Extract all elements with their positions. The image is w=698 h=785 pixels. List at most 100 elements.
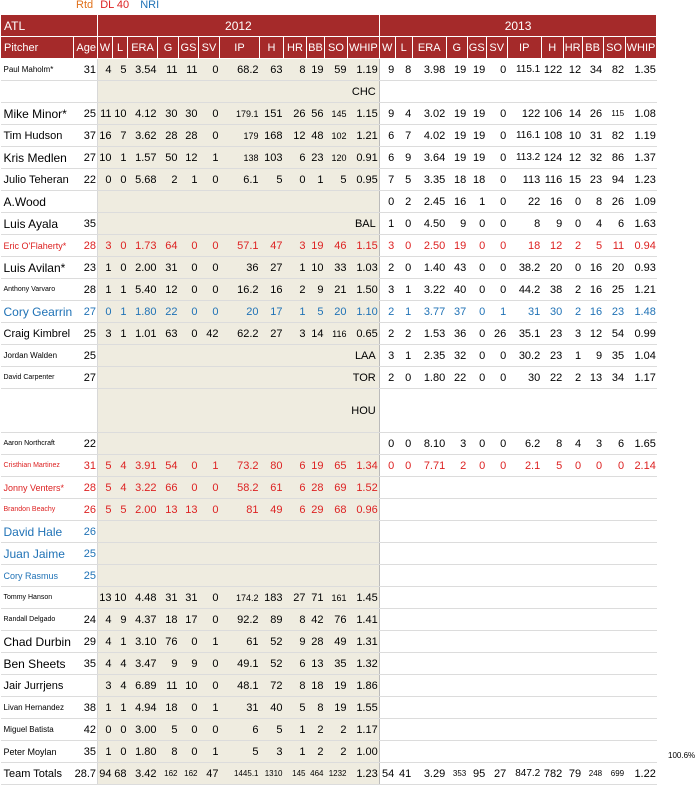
stat-2012: 4 — [112, 674, 128, 697]
stat-2012: 0 — [198, 256, 220, 279]
stat-2013: 2.14 — [625, 454, 657, 477]
stat-2013: 0 — [467, 278, 487, 301]
stat-2013 — [486, 476, 508, 499]
stat-2013: 0.99 — [625, 322, 657, 345]
stat-2012: 1 — [283, 718, 307, 741]
stat-2012: 8 — [283, 58, 307, 81]
stat-2013: 0 — [395, 256, 413, 279]
stat-2013 — [412, 476, 447, 499]
pitcher-name: Anthony Varvaro — [0, 278, 74, 301]
stat-2012 — [283, 190, 307, 213]
stat-2013: 6 — [379, 124, 396, 147]
table-body: Paul Maholm* 31 4 5 3.54 11 11 0 68.2 63 8 19 59 1.19… — [0, 58, 657, 785]
stat-2013: 0 — [467, 344, 487, 367]
pitcher-row: Jordan Walden 25 LAA 3 1 2.35 32 0 0 30.2 23 1 9 35 1.… — [0, 344, 657, 367]
stat-2013: 3.02 — [412, 102, 447, 125]
stat-2012: 174.2 — [219, 586, 260, 609]
stat-2012 — [97, 520, 113, 543]
stat-2013: 82 — [603, 124, 626, 147]
stat-2013 — [507, 652, 542, 675]
pitcher-row: Jair Jurrjens 3 4 6.89 11 10 0 48.1 72 8 18 19 1.86 — [0, 674, 657, 697]
stat-2013 — [603, 564, 626, 587]
stat-2012: 4.94 — [127, 696, 158, 719]
stat-2013: 2 — [446, 454, 468, 477]
stat-2013: 847.2 — [507, 762, 542, 785]
stat-2013 — [395, 586, 413, 609]
stat-2013: 0.93 — [625, 256, 657, 279]
stat-2013: 2 — [563, 300, 583, 323]
stat-2012 — [347, 542, 380, 565]
stat-2012: 4 — [97, 58, 113, 81]
column-header: BB — [306, 36, 325, 59]
stat-2012: 6 — [219, 718, 260, 741]
stat-2012: 26 — [283, 102, 307, 125]
empty-cell — [0, 80, 74, 103]
stat-2013: 1.22 — [625, 762, 657, 785]
stat-2012 — [219, 564, 260, 587]
pitcher-name: Chad Durbin — [0, 630, 74, 653]
stat-2012: 1.34 — [347, 454, 380, 477]
stat-2013: 0 — [395, 454, 413, 477]
stat-2012 — [178, 190, 199, 213]
year-2012-header: 2012 — [97, 14, 380, 37]
stat-2012 — [347, 564, 380, 587]
stat-2013: 40 — [446, 278, 468, 301]
pitcher-row: Craig Kimbrel 25 3 1 1.01 63 0 42 62.2 27 3 14 116 0.… — [0, 322, 657, 345]
pitcher-name: Jordan Walden — [0, 344, 74, 367]
stat-2013 — [412, 740, 447, 763]
stat-2012: 61 — [259, 476, 284, 499]
pitcher-age: 22 — [73, 168, 98, 191]
stat-2012: 1 — [97, 696, 113, 719]
stat-2013 — [563, 718, 583, 741]
stat-2013: 16 — [582, 300, 604, 323]
stat-2012 — [324, 542, 348, 565]
stat-2012: 0 — [198, 674, 220, 697]
stat-2012: 18 — [306, 674, 325, 697]
stat-2013: 1.35 — [625, 58, 657, 81]
stat-2012 — [219, 542, 260, 565]
stat-2012: 1.80 — [127, 740, 158, 763]
stat-2012 — [219, 520, 260, 543]
stat-2013 — [467, 652, 487, 675]
header-row-columns: Pitcher Age W L ERA G GS SV IP H HR BB SO WHIP W L ERA G G… — [0, 36, 658, 59]
stat-2012: 0 — [178, 234, 199, 257]
pitcher-name: Ben Sheets — [0, 652, 74, 675]
stat-2013 — [603, 740, 626, 763]
stat-2012: 33 — [324, 256, 348, 279]
stat-2012: 0.65 — [347, 322, 380, 345]
stat-2012: 0 — [198, 234, 220, 257]
stat-2012 — [127, 432, 158, 455]
stat-2012: 5 — [283, 696, 307, 719]
stat-2012: 13 — [178, 498, 199, 521]
stat-2013: 0 — [563, 190, 583, 213]
stat-2012: 76 — [324, 608, 348, 631]
stat-2013 — [563, 586, 583, 609]
stat-2013: 1.37 — [625, 146, 657, 169]
stat-2012: 1.32 — [347, 652, 380, 675]
stat-2013 — [582, 718, 604, 741]
stat-2012: 73.2 — [219, 454, 260, 477]
stat-2013: 113 — [507, 168, 542, 191]
pitcher-row: Paul Maholm* 31 4 5 3.54 11 11 0 68.2 63 8 19 59 1.19… — [0, 58, 657, 81]
stat-2013 — [507, 718, 542, 741]
stat-2013 — [582, 696, 604, 719]
stat-2013 — [507, 476, 542, 499]
stat-2013: 95 — [467, 762, 487, 785]
stat-2013 — [507, 564, 542, 587]
stat-2013: 0 — [486, 256, 508, 279]
stat-2013: 18 — [446, 168, 468, 191]
stat-2012: 1.80 — [127, 300, 158, 323]
stat-2012: 19 — [324, 696, 348, 719]
stat-2012: 6 — [283, 146, 307, 169]
stat-2012: 1 — [112, 696, 128, 719]
pitcher-row: Luis Ayala 35 BAL 1 0 4.50 9 0 0 8 9 0 4 6 1.63 — [0, 212, 657, 235]
stat-2013 — [625, 674, 657, 697]
stat-2013 — [446, 652, 468, 675]
stat-2012: 20 — [219, 300, 260, 323]
stat-2013: 3 — [379, 344, 396, 367]
stat-2012 — [324, 564, 348, 587]
stat-2012 — [283, 564, 307, 587]
stat-2013 — [446, 608, 468, 631]
stat-2012: 19 — [306, 234, 325, 257]
stat-2013 — [395, 674, 413, 697]
